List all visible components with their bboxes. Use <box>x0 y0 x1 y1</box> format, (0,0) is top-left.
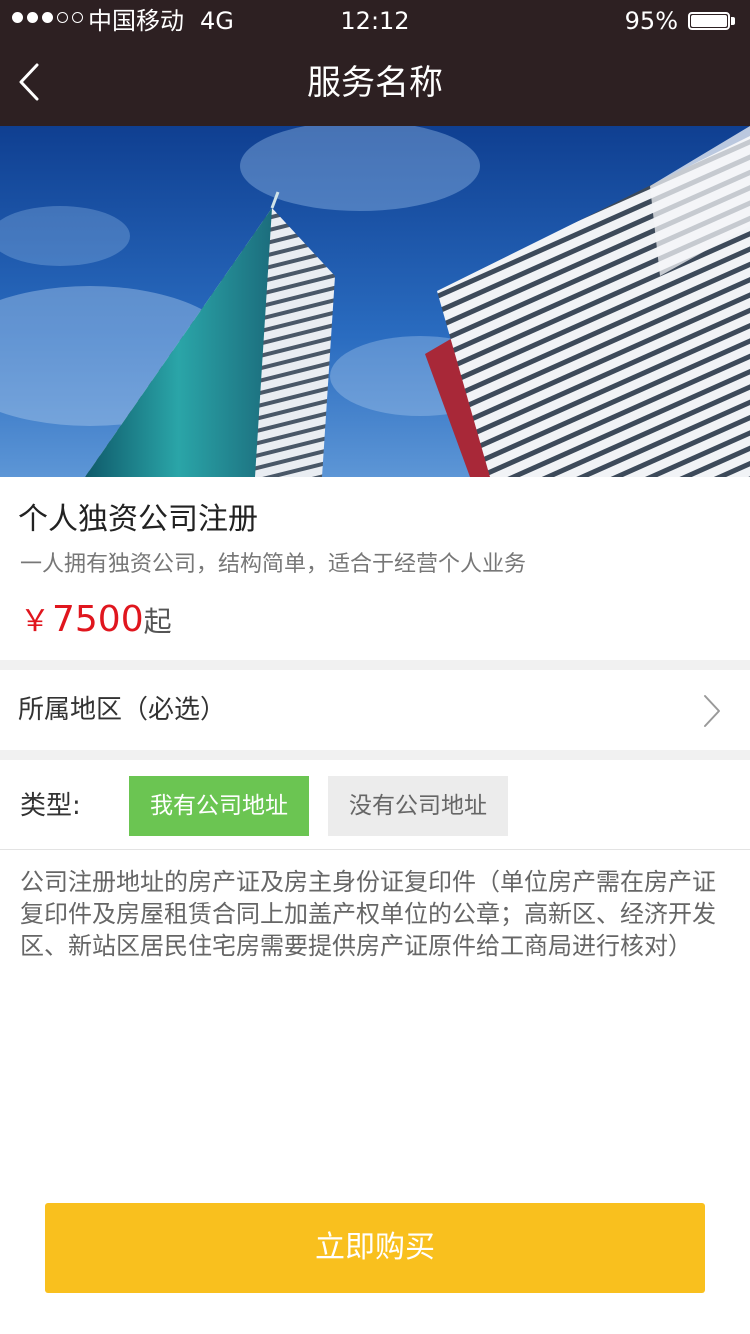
price-suffix: 起 <box>143 605 172 638</box>
section-divider <box>0 660 750 670</box>
currency-symbol: ￥ <box>20 604 50 639</box>
region-selector[interactable]: 所属地区（必选） <box>0 670 750 750</box>
type-option-no-address[interactable]: 没有公司地址 <box>328 776 508 836</box>
battery-icon <box>688 12 736 30</box>
price-value: 7500 <box>52 599 144 640</box>
page-title: 服务名称 <box>307 63 443 103</box>
price: ￥ 7500 起 <box>20 596 172 644</box>
type-label: 类型: <box>20 791 81 821</box>
divider <box>0 849 750 850</box>
top-bar: 中国移动 4G 12:12 95% 服务名称 <box>0 0 750 126</box>
battery-percentage: 95% <box>624 7 678 35</box>
buy-now-button[interactable]: 立即购买 <box>45 1203 705 1293</box>
type-selector: 类型: 我有公司地址 没有公司地址 <box>0 760 750 849</box>
requirements-text: 公司注册地址的房产证及房主身份证复印件（单位房产需在房产证复印件及房屋租赁合同上… <box>20 868 716 960</box>
navigation-bar: 服务名称 <box>0 40 750 126</box>
section-divider <box>0 750 750 760</box>
status-bar: 中国移动 4G 12:12 95% <box>0 0 750 40</box>
type-option-has-address[interactable]: 我有公司地址 <box>129 776 309 836</box>
region-label: 所属地区（必选） <box>18 695 227 725</box>
banner-image <box>0 126 750 477</box>
product-description: 一人拥有独资公司，结构简单，适合于经营个人业务 <box>20 552 527 577</box>
product-title: 个人独资公司注册 <box>18 502 258 537</box>
chevron-right-icon <box>704 695 720 727</box>
